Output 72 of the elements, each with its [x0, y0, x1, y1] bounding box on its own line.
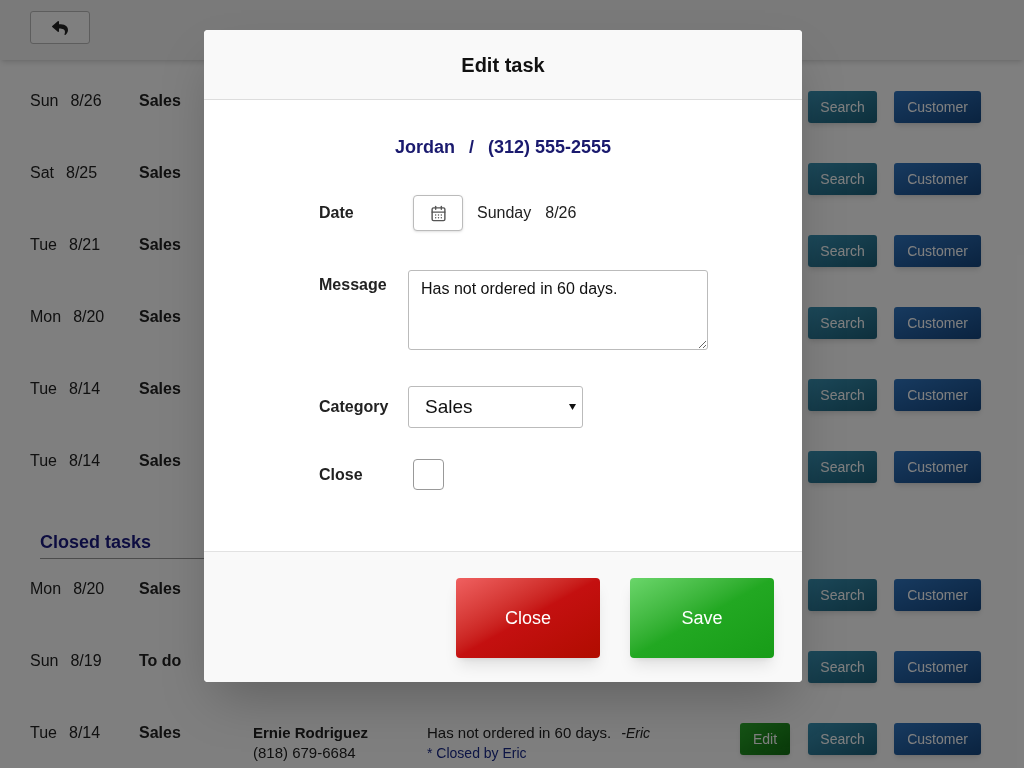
task-day: Mon — [30, 305, 62, 329]
customer-name: Ernie Rodriguez — [253, 723, 369, 743]
task-date: 8/25 — [66, 163, 98, 183]
task-date: 8/20 — [73, 307, 105, 327]
task-category: Sales — [139, 580, 181, 597]
task-category: Sales — [139, 724, 181, 741]
task-day: Sun — [30, 89, 59, 113]
task-message: Has not ordered in 60 days. — [427, 723, 612, 743]
task-category: Sales — [139, 308, 181, 325]
caret-icon — [569, 404, 576, 410]
contact-phone: (312) 555-2555 — [487, 136, 612, 159]
search-button[interactable]: Search — [808, 651, 877, 683]
section-heading: Closed tasks — [40, 532, 152, 552]
field-label: Message — [319, 275, 388, 295]
search-button[interactable]: Search — [808, 163, 877, 195]
back-button[interactable] — [30, 11, 90, 44]
calendar-icon — [429, 204, 447, 222]
task-category: Sales — [139, 236, 181, 253]
task-day: Mon — [30, 577, 62, 601]
customer-button[interactable]: Customer — [894, 723, 981, 755]
field-label: Close — [319, 464, 364, 485]
close-checkbox[interactable] — [413, 459, 444, 490]
edit-button[interactable]: Edit — [740, 723, 790, 755]
task-day: Sat — [30, 161, 54, 185]
customer-button[interactable]: Customer — [894, 651, 981, 683]
date-value: 8/26 — [545, 203, 577, 223]
date-day: Sunday — [477, 201, 532, 225]
task-date: 8/14 — [69, 379, 101, 399]
closed-note: * Closed by Eric — [427, 744, 528, 763]
search-button[interactable]: Search — [808, 451, 877, 483]
task-date: 8/14 — [69, 723, 101, 743]
task-date: 8/21 — [69, 235, 101, 255]
task-day: Sun — [30, 649, 59, 673]
task-author: -Eric — [621, 724, 651, 743]
dialog-title: Edit task — [461, 52, 545, 78]
task-day: Tue — [30, 377, 57, 401]
category-select[interactable]: Sales — [408, 386, 583, 428]
close-button[interactable]: Close — [456, 578, 600, 658]
task-category: Sales — [139, 164, 181, 181]
calendar-button[interactable] — [413, 195, 463, 231]
customer-button[interactable]: Customer — [894, 579, 981, 611]
task-category: Sales — [139, 452, 181, 469]
contact-name: Jordan — [394, 136, 455, 159]
customer-button[interactable]: Customer — [894, 163, 981, 195]
search-button[interactable]: Search — [808, 579, 877, 611]
customer-button[interactable]: Customer — [894, 307, 981, 339]
back-arrow-icon — [52, 19, 68, 36]
field-label: Date — [319, 203, 355, 223]
search-button[interactable]: Search — [808, 235, 877, 267]
customer-button[interactable]: Customer — [894, 379, 981, 411]
separator: / — [468, 136, 474, 159]
customer-button[interactable]: Customer — [894, 235, 981, 267]
task-category: To do — [139, 652, 182, 669]
field-label: Category — [319, 397, 390, 417]
search-button[interactable]: Search — [808, 91, 877, 123]
task-day: Tue — [30, 233, 57, 257]
customer-button[interactable]: Customer — [894, 91, 981, 123]
task-date: 8/19 — [70, 651, 102, 671]
search-button[interactable]: Search — [808, 723, 877, 755]
task-category: Sales — [139, 380, 181, 397]
task-category: Sales — [139, 92, 181, 109]
message-field[interactable]: Has not ordered in 60 days. — [408, 270, 708, 350]
task-date: 8/20 — [73, 579, 105, 599]
task-date: 8/26 — [70, 91, 102, 111]
task-day: Tue — [30, 449, 57, 473]
search-button[interactable]: Search — [808, 307, 877, 339]
customer-button[interactable]: Customer — [894, 451, 981, 483]
save-button[interactable]: Save — [630, 578, 774, 658]
customer-phone: (818) 679-6684 — [253, 743, 357, 763]
task-date: 8/14 — [69, 451, 101, 471]
task-day: Tue — [30, 721, 57, 745]
search-button[interactable]: Search — [808, 379, 877, 411]
